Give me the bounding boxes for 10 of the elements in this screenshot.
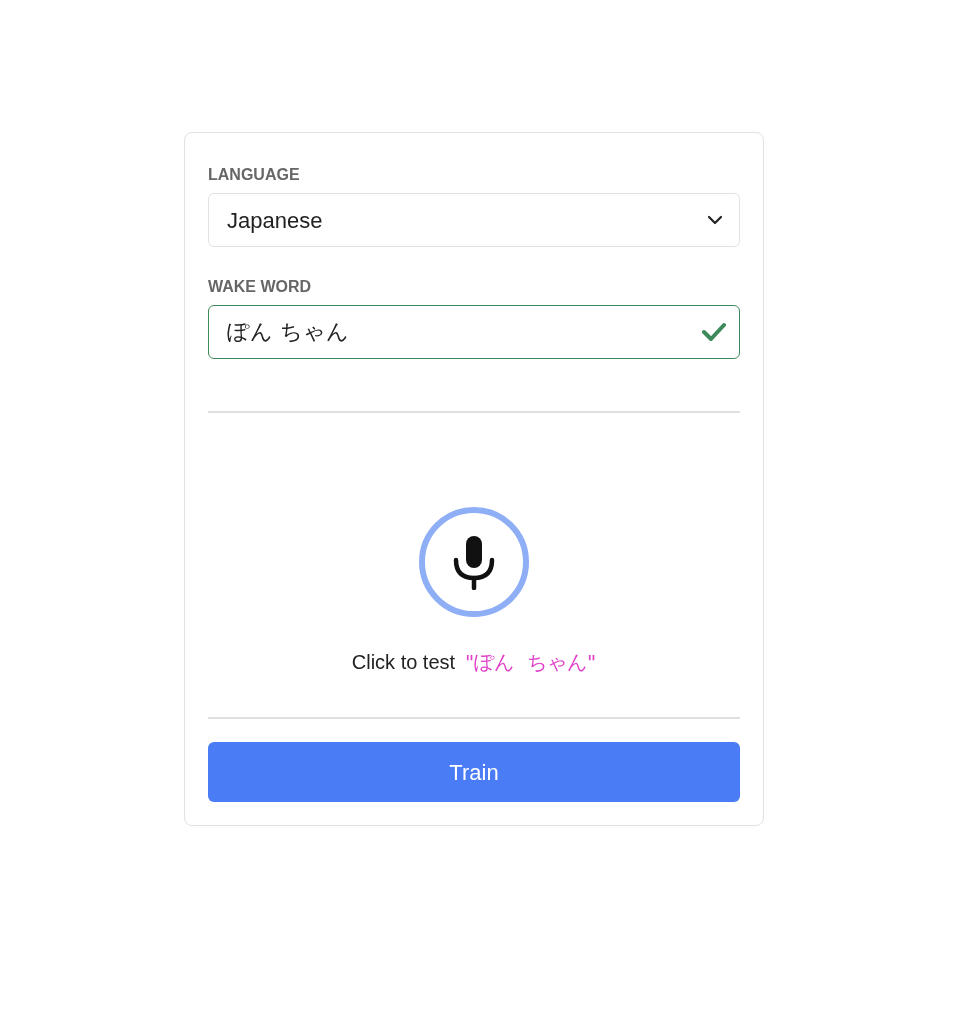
check-icon [702,322,726,342]
wake-word-phrase: "ぽん ちゃん" [465,649,597,676]
microphone-icon [452,534,496,590]
chevron-down-icon [707,215,723,225]
language-label: LANGUAGE [208,165,301,185]
train-button[interactable]: Train [208,742,740,802]
test-prompt: Click to test [351,650,456,675]
language-dropdown[interactable]: Japanese [208,193,740,247]
wake-word-field[interactable]: ぽん ちゃん [208,305,740,359]
wake-word-label: WAKE WORD [208,277,313,297]
